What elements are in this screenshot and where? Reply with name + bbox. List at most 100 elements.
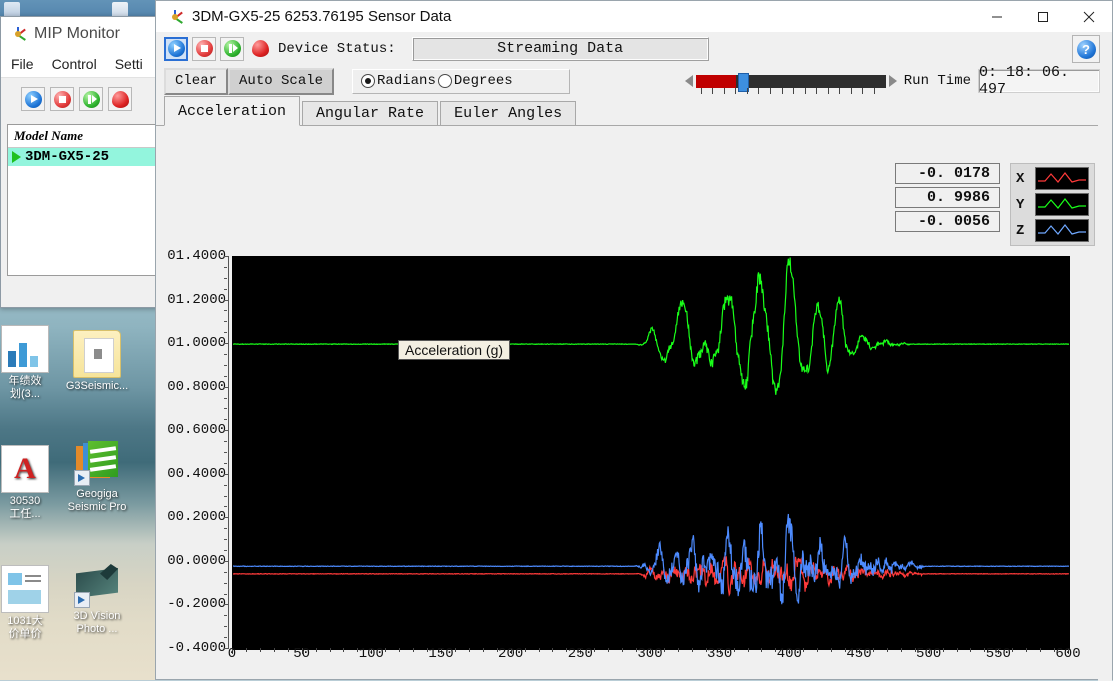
timeline-scrollbar[interactable] (685, 68, 897, 94)
scrollbar-track[interactable] (696, 75, 886, 88)
doc-file-icon (1, 565, 49, 613)
mip-model-table[interactable]: Model Name 3DM-GX5-25 (7, 124, 163, 276)
x-axis-labels: 050100150200250300350400450500550600 (160, 646, 1090, 672)
chart-series-y (233, 258, 1069, 395)
y-tick-label: 00.0000 (167, 553, 226, 569)
minimize-icon (991, 11, 1003, 23)
chart-canvas (233, 257, 1069, 649)
tab-acceleration[interactable]: Acceleration (164, 96, 300, 126)
clear-button[interactable]: Clear (164, 68, 228, 95)
degrees-label: Degrees (454, 73, 513, 89)
window-title: 3DM-GX5-25 6253.76195 Sensor Data (192, 8, 451, 25)
legend-axis-label-x: X (1016, 171, 1028, 187)
legend-row-y[interactable]: Y (1016, 193, 1089, 216)
mip-start-icon[interactable] (21, 87, 45, 111)
y-tick-label: 00.6000 (167, 422, 226, 438)
sensor-axes-icon (9, 25, 27, 43)
desktop-icon-pdf[interactable]: A 30530 工任... (0, 445, 64, 521)
waveform-thumb-y-icon (1036, 194, 1088, 215)
x-tick-label: 400 (777, 646, 802, 662)
x-tick-label: 550 (986, 646, 1011, 662)
run-time-value: 0: 18: 06. 497 (978, 69, 1100, 93)
legend-values: -0. 0178 0. 9986 -0. 0056 (895, 163, 1000, 246)
desktop-icon-label: 30530 工任... (0, 495, 64, 521)
desktop-icon-geogiga[interactable]: Geogiga Seismic Pro (58, 440, 136, 514)
row-selector-arrow-icon (12, 151, 21, 163)
legend-row-x[interactable]: X (1016, 167, 1089, 190)
legend-thumbnail-z[interactable] (1035, 219, 1089, 242)
menu-item-file[interactable]: File (11, 56, 34, 72)
mip-monitor-window[interactable]: MIP Monitor File Control Setti Model Nam… (0, 16, 170, 308)
legend-row-z[interactable]: Z (1016, 219, 1089, 242)
mip-monitor-toolbar[interactable] (1, 78, 169, 120)
menu-item-settings[interactable]: Setti (115, 56, 143, 72)
tab-euler-angles[interactable]: Euler Angles (440, 101, 576, 125)
legend-axes: X Y Z (1010, 163, 1095, 246)
radians-radio[interactable] (361, 74, 375, 88)
stop-icon[interactable] (192, 37, 216, 61)
record-icon[interactable] (248, 37, 272, 61)
help-icon: ? (1077, 40, 1096, 59)
mip-monitor-menubar[interactable]: File Control Setti (1, 51, 169, 78)
tab-angular-rate[interactable]: Angular Rate (302, 101, 438, 125)
x-tick-label: 50 (293, 646, 310, 662)
window-titlebar[interactable]: 3DM-GX5-25 6253.76195 Sensor Data (156, 1, 1112, 32)
desktop-icon-doc[interactable]: 1031大 价单价 (0, 565, 64, 641)
x-tick-label: 250 (568, 646, 593, 662)
minimize-button[interactable] (974, 1, 1020, 32)
shortcut-overlay-icon (74, 592, 90, 608)
maximize-button[interactable] (1020, 1, 1066, 32)
degrees-radio[interactable] (438, 74, 452, 88)
mip-monitor-titlebar[interactable]: MIP Monitor (1, 17, 169, 51)
device-status-row: Device Status: Streaming Data ? (156, 32, 1112, 65)
legend-thumbnail-y[interactable] (1035, 193, 1089, 216)
y-tick-label: -0.2000 (167, 596, 226, 612)
folder-icon (73, 330, 121, 378)
start-streaming-icon[interactable] (164, 37, 188, 61)
waveform-thumb-x-icon (1036, 168, 1088, 189)
legend-axis-label-y: Y (1016, 197, 1028, 213)
y-tick-label: 01.4000 (167, 248, 226, 264)
menu-item-control[interactable]: Control (52, 56, 97, 72)
legend-thumbnail-x[interactable] (1035, 167, 1089, 190)
acceleration-chart[interactable] (232, 256, 1070, 650)
mip-monitor-title: MIP Monitor (34, 25, 120, 43)
tab-bar[interactable]: Acceleration Angular Rate Euler Angles (156, 97, 1112, 126)
mip-stop-icon[interactable] (50, 87, 74, 111)
legend-value-y: 0. 9986 (895, 187, 1000, 208)
close-button[interactable] (1066, 1, 1112, 32)
scroll-right-icon[interactable] (889, 75, 897, 87)
mip-pause-icon[interactable] (79, 87, 103, 111)
window-controls[interactable] (974, 1, 1112, 32)
units-radio-group[interactable]: Radians Degrees (352, 69, 570, 94)
run-time-label: Run Time (904, 73, 971, 89)
close-icon (1083, 11, 1095, 23)
scroll-left-icon[interactable] (685, 75, 693, 87)
controls-row: Clear Auto Scale Radians Degrees Run Tim… (156, 65, 1112, 97)
table-row[interactable]: 3DM-GX5-25 (8, 148, 162, 166)
desktop-icon-label: 3D Vision Photo ... (58, 610, 136, 636)
table-header-model-name: Model Name (8, 125, 162, 148)
app-shortcut-icon (74, 440, 120, 486)
y-axis-labels: 01.400001.200001.000000.800000.600000.40… (160, 250, 232, 650)
legend-value-x: -0. 0178 (895, 163, 1000, 184)
mip-record-icon[interactable] (108, 87, 132, 111)
pause-icon[interactable] (220, 37, 244, 61)
desktop-icon-spreadsheet[interactable]: 年绩效 划(3... (0, 325, 64, 401)
scrollbar-fill (696, 75, 736, 88)
x-tick-label: 100 (359, 646, 384, 662)
help-button[interactable]: ? (1072, 35, 1100, 63)
window-scrollbar[interactable] (1098, 121, 1112, 681)
desktop-icon-g3seismic[interactable]: G3Seismic... (58, 330, 136, 393)
desktop-icon-3dvision[interactable]: 3D Vision Photo ... (58, 562, 136, 636)
maximize-icon (1037, 11, 1049, 23)
desktop-icon-label: 1031大 价单价 (0, 615, 64, 641)
radians-label: Radians (377, 73, 436, 89)
chart-series-z (233, 514, 1069, 604)
y-axis-line (228, 256, 229, 648)
x-tick-label: 200 (498, 646, 523, 662)
auto-scale-button[interactable]: Auto Scale (228, 68, 334, 95)
y-tick-label: 00.8000 (167, 379, 226, 395)
chart-series-x (233, 556, 1069, 595)
waveform-thumb-z-icon (1036, 220, 1088, 241)
